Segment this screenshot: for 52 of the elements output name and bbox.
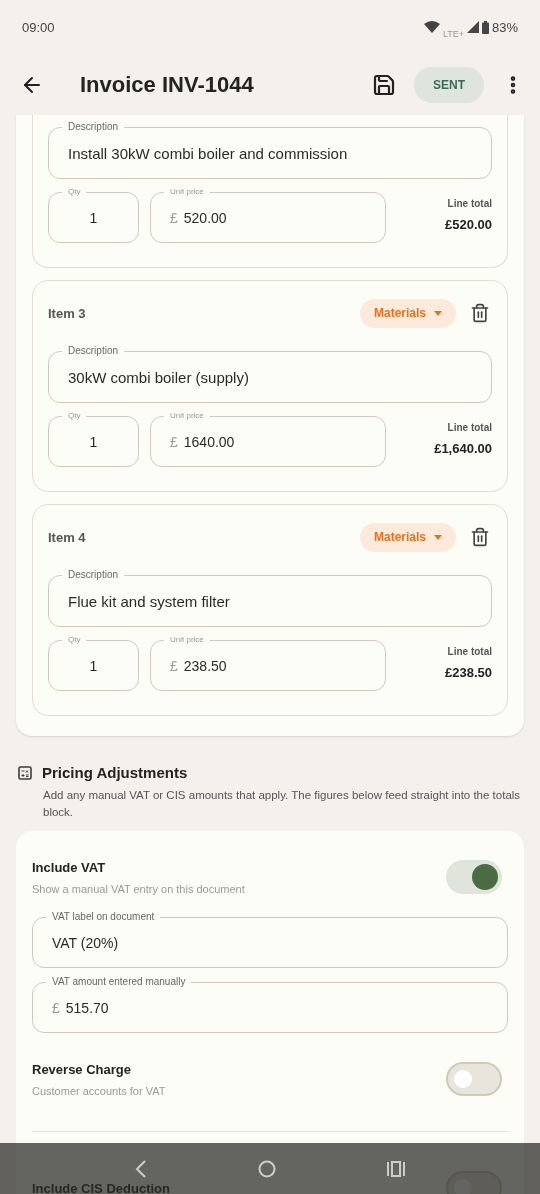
field-label: Description	[62, 121, 125, 133]
signal-icon	[466, 21, 479, 33]
network-type: LTE+	[442, 29, 464, 39]
field-label: Qty	[62, 186, 87, 198]
caret-icon	[434, 534, 442, 540]
field-label: Unit price	[164, 634, 210, 646]
status-chip[interactable]: SENT	[414, 66, 484, 103]
item-label: Item 3	[48, 305, 87, 321]
unit-price-field[interactable]: Unit price £ 238.50	[150, 634, 386, 691]
screen-title: Invoice INV-1044	[80, 71, 255, 98]
recents-icon[interactable]	[386, 1160, 405, 1177]
line-total: £520.00	[445, 216, 492, 232]
description-field[interactable]: Description 30kW combi boiler (supply)	[48, 345, 492, 403]
setting-subtitle: Show a manual VAT entry on this document	[32, 882, 246, 895]
wifi-icon	[423, 21, 440, 33]
line-total-label: Line total	[447, 421, 492, 433]
setting-title: Include CIS Deduction	[32, 1180, 171, 1194]
field-label: Description	[62, 569, 125, 581]
section-description: Add any manual VAT or CIS amounts that apply. The figures below feed straight into the totals block.	[43, 788, 522, 820]
unit-price-field[interactable]: Unit price £ 520.00	[150, 186, 386, 243]
line-total-label: Line total	[447, 197, 492, 209]
caret-icon	[434, 310, 442, 316]
battery-icon	[481, 20, 489, 34]
description-field[interactable]: Description Install 30kW combi boiler and commission	[48, 121, 492, 179]
setting-title: Include VAT	[32, 859, 107, 875]
item-label: Item 4	[48, 529, 87, 545]
setting-subtitle: Customer accounts for VAT	[32, 1084, 167, 1097]
section-title: Pricing Adjustments	[42, 764, 188, 781]
qty-field[interactable]: Qty 1	[48, 634, 139, 691]
field-label: Description	[62, 345, 125, 357]
qty-field[interactable]: Qty 1	[48, 186, 139, 243]
toggle-switch[interactable]	[446, 1062, 502, 1096]
field-label: Qty	[62, 634, 87, 646]
line-total-label: Line total	[447, 645, 492, 657]
text-field[interactable]: VAT amount entered manually £ 515.70	[32, 976, 508, 1033]
line-total: £1,640.00	[434, 440, 492, 456]
qty-field[interactable]: Qty 1	[48, 410, 139, 467]
field-label: Unit price	[164, 410, 210, 422]
home-icon[interactable]	[258, 1159, 276, 1178]
field-label: Qty	[62, 410, 87, 422]
calculator-icon	[18, 765, 32, 780]
clock: 09:00	[22, 19, 55, 35]
field-label: VAT amount entered manually	[46, 976, 192, 988]
unit-price-field[interactable]: Unit price £ 1640.00	[150, 410, 386, 467]
line-total: £238.50	[445, 664, 492, 680]
setting-title: Reverse Charge	[32, 1061, 132, 1077]
field-label: Unit price	[164, 186, 210, 198]
toggle-switch[interactable]	[446, 860, 502, 894]
text-field[interactable]: VAT label on document VAT (20%)	[32, 911, 508, 968]
field-label: VAT label on document	[46, 911, 161, 923]
battery-level: 83%	[491, 19, 518, 35]
description-field[interactable]: Description Flue kit and system filter	[48, 569, 492, 627]
